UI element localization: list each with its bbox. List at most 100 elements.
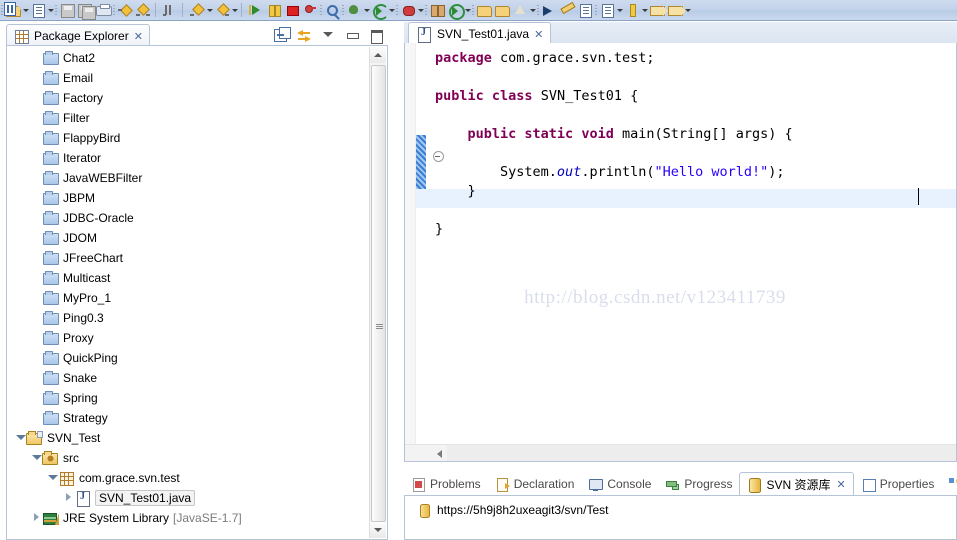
twisty-closed-icon[interactable] (29, 508, 42, 528)
disconnect-icon[interactable] (302, 2, 318, 18)
new-wizard-icon[interactable] (30, 2, 46, 18)
package-icon[interactable] (494, 2, 510, 18)
task-list-icon[interactable] (599, 2, 615, 18)
project-tree[interactable]: Chat2 Email Factory Filter FlappyBird Iterato… (7, 48, 369, 528)
tag-icon-2[interactable] (667, 2, 686, 18)
new-wizard-chevron-down-icon[interactable] (47, 2, 54, 18)
open-task-icon[interactable] (476, 2, 492, 18)
run-chevron-down-icon[interactable] (388, 2, 395, 18)
bottom-tab-progress[interactable]: Progress (658, 472, 739, 496)
tab-package-explorer[interactable]: Package Explorer ✕ (6, 24, 150, 47)
bottom-tab-declaration[interactable]: Declaration (488, 472, 582, 496)
repository-list-item[interactable]: https://5h9j8h2uxeagit3/svn/Test (405, 496, 956, 518)
tree-item[interactable]: Chat2 (7, 48, 369, 68)
scroll-left-button[interactable] (433, 445, 447, 461)
view-menu-chevron-down-icon[interactable] (320, 27, 336, 43)
next-annotation-icon[interactable] (117, 2, 133, 18)
collapse-all-icon[interactable] (272, 27, 291, 43)
bottom-tab-svn[interactable]: SVN 资源库 ✕ (739, 472, 854, 496)
editor-body[interactable]: package com.grace.svn.test; public class… (404, 43, 957, 462)
maximize-icon[interactable] (368, 27, 384, 44)
svn-repository-view[interactable]: https://5h9j8h2uxeagit3/svn/Test (404, 495, 957, 540)
suspend-icon[interactable] (266, 2, 282, 18)
external-tools-chevron-down-icon[interactable] (464, 2, 471, 18)
tree-item[interactable]: Factory (7, 88, 369, 108)
tree-item[interactable]: Strategy (7, 408, 369, 428)
close-icon[interactable]: ✕ (134, 30, 143, 43)
tree-item[interactable]: JFreeChart (7, 248, 369, 268)
ant-chevron-down-icon[interactable] (363, 2, 370, 18)
tab-svn-test01-java[interactable]: SVN_Test01.java ✕ (408, 22, 552, 45)
toolbar-drag-handle-7[interactable] (424, 2, 428, 18)
toolbar-drag-handle-3[interactable] (112, 2, 116, 18)
new-dropdown-chevron-down-icon[interactable] (22, 2, 29, 18)
last-edit-location-icon[interactable] (162, 2, 178, 18)
save-icon[interactable] (59, 2, 75, 18)
editor-horizontal-scrollbar[interactable] (405, 444, 956, 461)
scroll-up-button[interactable] (370, 47, 386, 63)
twisty-closed-icon[interactable] (61, 488, 74, 508)
class-icon[interactable] (512, 2, 528, 18)
tree-item[interactable]: Multicast (7, 268, 369, 288)
tree-item[interactable]: src (7, 448, 369, 468)
forward-arrow-icon[interactable] (214, 2, 230, 18)
toolbar-drag-handle-4[interactable] (319, 2, 323, 18)
toolbar-drag-handle-10[interactable] (594, 2, 598, 18)
print-icon[interactable] (95, 2, 112, 18)
toolbar-drag-handle-5[interactable] (341, 2, 345, 18)
tree-item[interactable]: JBPM (7, 188, 369, 208)
link-with-editor-icon[interactable] (296, 27, 312, 43)
tree-item[interactable]: Snake (7, 368, 369, 388)
bottom-tab-problems[interactable]: Problems (404, 472, 488, 496)
debug-chevron-down-icon[interactable] (417, 2, 424, 18)
tag-chevron-down-icon[interactable] (684, 2, 691, 18)
toolbar-drag-handle-6[interactable] (395, 2, 399, 18)
forward-chevron-down-icon[interactable] (231, 2, 238, 18)
save-all-icon[interactable] (77, 2, 96, 20)
whitespace-icon[interactable] (4, 2, 16, 16)
scroll-down-button[interactable] (370, 522, 386, 538)
tree-item[interactable]: SVN_Test01.java (7, 488, 369, 508)
package-explorer-scrollbar[interactable] (369, 47, 386, 538)
tree-item[interactable]: Iterator (7, 148, 369, 168)
tree-item[interactable]: com.grace.svn.test (7, 468, 369, 488)
tree-item[interactable]: Spring (7, 388, 369, 408)
toolbar-drag-handle-8[interactable] (471, 2, 475, 18)
key-chevron-down-icon[interactable] (641, 2, 648, 18)
tree-item[interactable]: JavaWEBFilter (7, 168, 369, 188)
editor-annotation-ruler[interactable] (405, 43, 416, 461)
back-chevron-down-icon[interactable] (206, 2, 213, 18)
skip-breakpoints-icon[interactable] (541, 2, 557, 18)
resume-icon[interactable] (248, 2, 264, 18)
search-icon[interactable] (324, 2, 340, 18)
tree-item[interactable]: JDOM (7, 228, 369, 248)
tree-item[interactable]: Ping0.3 (7, 308, 369, 328)
twisty-open-icon[interactable] (13, 428, 26, 448)
twisty-open-icon[interactable] (29, 448, 42, 468)
debug-icon[interactable] (400, 2, 416, 18)
minimize-icon[interactable] (344, 27, 360, 43)
run-icon[interactable] (371, 2, 389, 20)
scroll-thumb[interactable] (371, 65, 386, 522)
bottom-tab-properties[interactable]: Properties (854, 472, 942, 496)
external-tools-icon[interactable] (447, 2, 465, 20)
tree-item[interactable]: QuickPing (7, 348, 369, 368)
close-icon[interactable]: ✕ (836, 478, 845, 491)
tree-item[interactable]: JDBC-Oracle (7, 208, 369, 228)
twisty-open-icon[interactable] (45, 468, 58, 488)
previous-annotation-icon[interactable] (135, 2, 151, 18)
task-list-chevron-down-icon[interactable] (616, 2, 623, 18)
tree-item[interactable]: Filter (7, 108, 369, 128)
pin-icon[interactable] (559, 1, 576, 18)
tag-icon[interactable] (649, 2, 668, 18)
mark-occurrences-icon[interactable] (577, 2, 593, 18)
scroll-track[interactable] (447, 445, 956, 461)
ant-icon[interactable] (346, 2, 362, 18)
key-icon[interactable] (624, 2, 640, 18)
toolbar-drag-handle-9[interactable] (536, 2, 540, 18)
close-icon[interactable]: ✕ (534, 28, 543, 41)
bottom-tab-det[interactable]: Det (941, 472, 957, 496)
source-code[interactable]: package com.grace.svn.test; public class… (435, 49, 956, 239)
tree-item[interactable]: SVN_Test (7, 428, 369, 448)
tree-item[interactable]: Proxy (7, 328, 369, 348)
